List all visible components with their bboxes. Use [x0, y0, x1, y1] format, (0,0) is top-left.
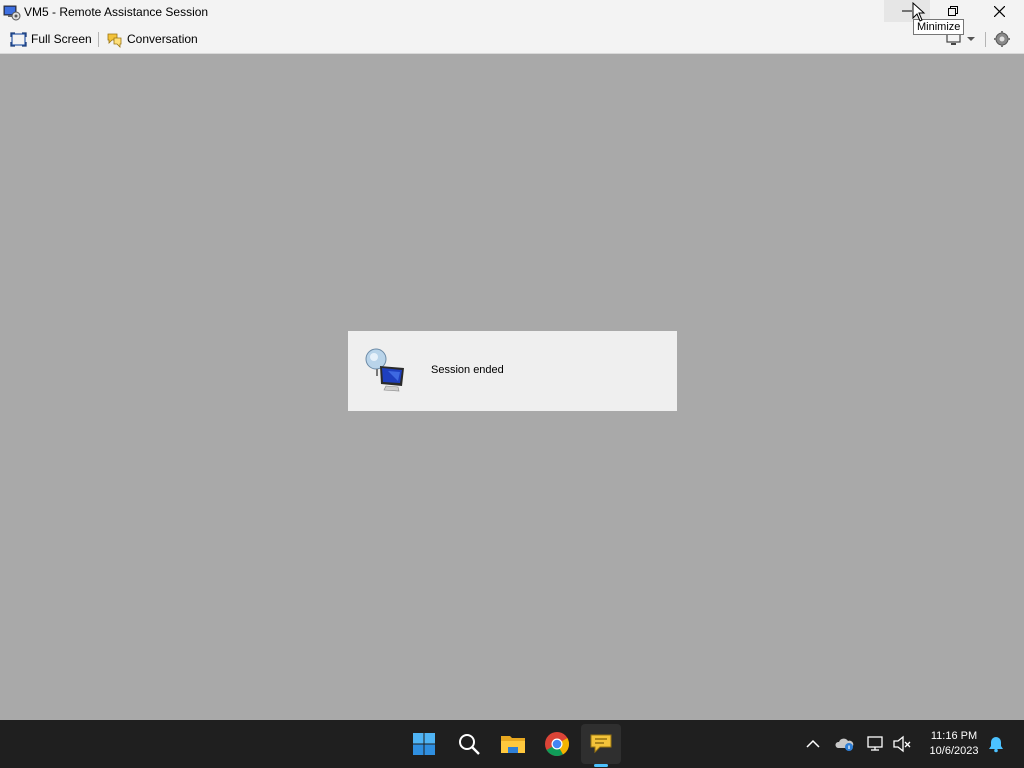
title-bar: VM5 - Remote Assistance Session [0, 0, 1024, 25]
network-tray-button[interactable] [866, 734, 886, 754]
chrome-icon [545, 732, 570, 757]
toolbar-separator [98, 32, 99, 47]
window-title: VM5 - Remote Assistance Session [24, 5, 209, 19]
onedrive-icon [835, 738, 854, 751]
conversation-button[interactable]: Conversation [106, 29, 198, 49]
clock-time: 11:16 PM [930, 730, 978, 742]
search-button[interactable] [454, 729, 484, 759]
settings-icon [994, 31, 1010, 47]
mouse-cursor-icon [912, 2, 926, 22]
notifications-icon [989, 737, 1003, 753]
toolbar-separator-right [985, 32, 986, 47]
conversation-label: Conversation [127, 32, 198, 46]
restore-icon [948, 6, 958, 16]
chevron-up-icon [806, 739, 820, 748]
onedrive-tray-button[interactable] [835, 734, 855, 754]
remote-assistance-icon [590, 734, 612, 754]
chrome-button[interactable] [542, 729, 572, 759]
file-explorer-button[interactable] [498, 729, 528, 759]
network-icon [867, 736, 883, 751]
full-screen-button[interactable]: Full Screen [10, 29, 92, 49]
full-screen-icon [10, 31, 27, 47]
remote-assistance-computer-icon [364, 346, 410, 394]
remote-assistance-taskbar-button[interactable] [586, 729, 616, 759]
start-icon [413, 733, 435, 755]
session-status-message: Session ended [431, 364, 504, 376]
volume-tray-button[interactable] [892, 734, 912, 754]
file-explorer-icon [501, 736, 525, 753]
close-icon [993, 5, 1005, 17]
clock-date: 10/6/2023 [929, 745, 979, 757]
close-button[interactable] [976, 0, 1022, 22]
taskbar-clock[interactable]: 11:16 PM 10/6/2023 [918, 729, 990, 759]
conversation-icon [107, 33, 122, 48]
settings-button[interactable] [993, 29, 1011, 49]
toolbar: Full Screen Conversation [0, 25, 1024, 54]
chevron-down-icon [967, 37, 975, 41]
start-button[interactable] [409, 729, 439, 759]
full-screen-label: Full Screen [31, 32, 92, 46]
notifications-button[interactable] [986, 734, 1006, 754]
minimize-icon [902, 10, 912, 12]
volume-muted-icon [893, 735, 911, 753]
active-app-indicator [594, 764, 608, 767]
search-icon [459, 734, 480, 755]
remote-assistance-icon[interactable] [3, 3, 21, 21]
show-hidden-icons-button[interactable] [803, 734, 823, 754]
session-status-panel: Session ended [348, 331, 677, 411]
taskbar: 11:16 PM 10/6/2023 [0, 720, 1024, 768]
